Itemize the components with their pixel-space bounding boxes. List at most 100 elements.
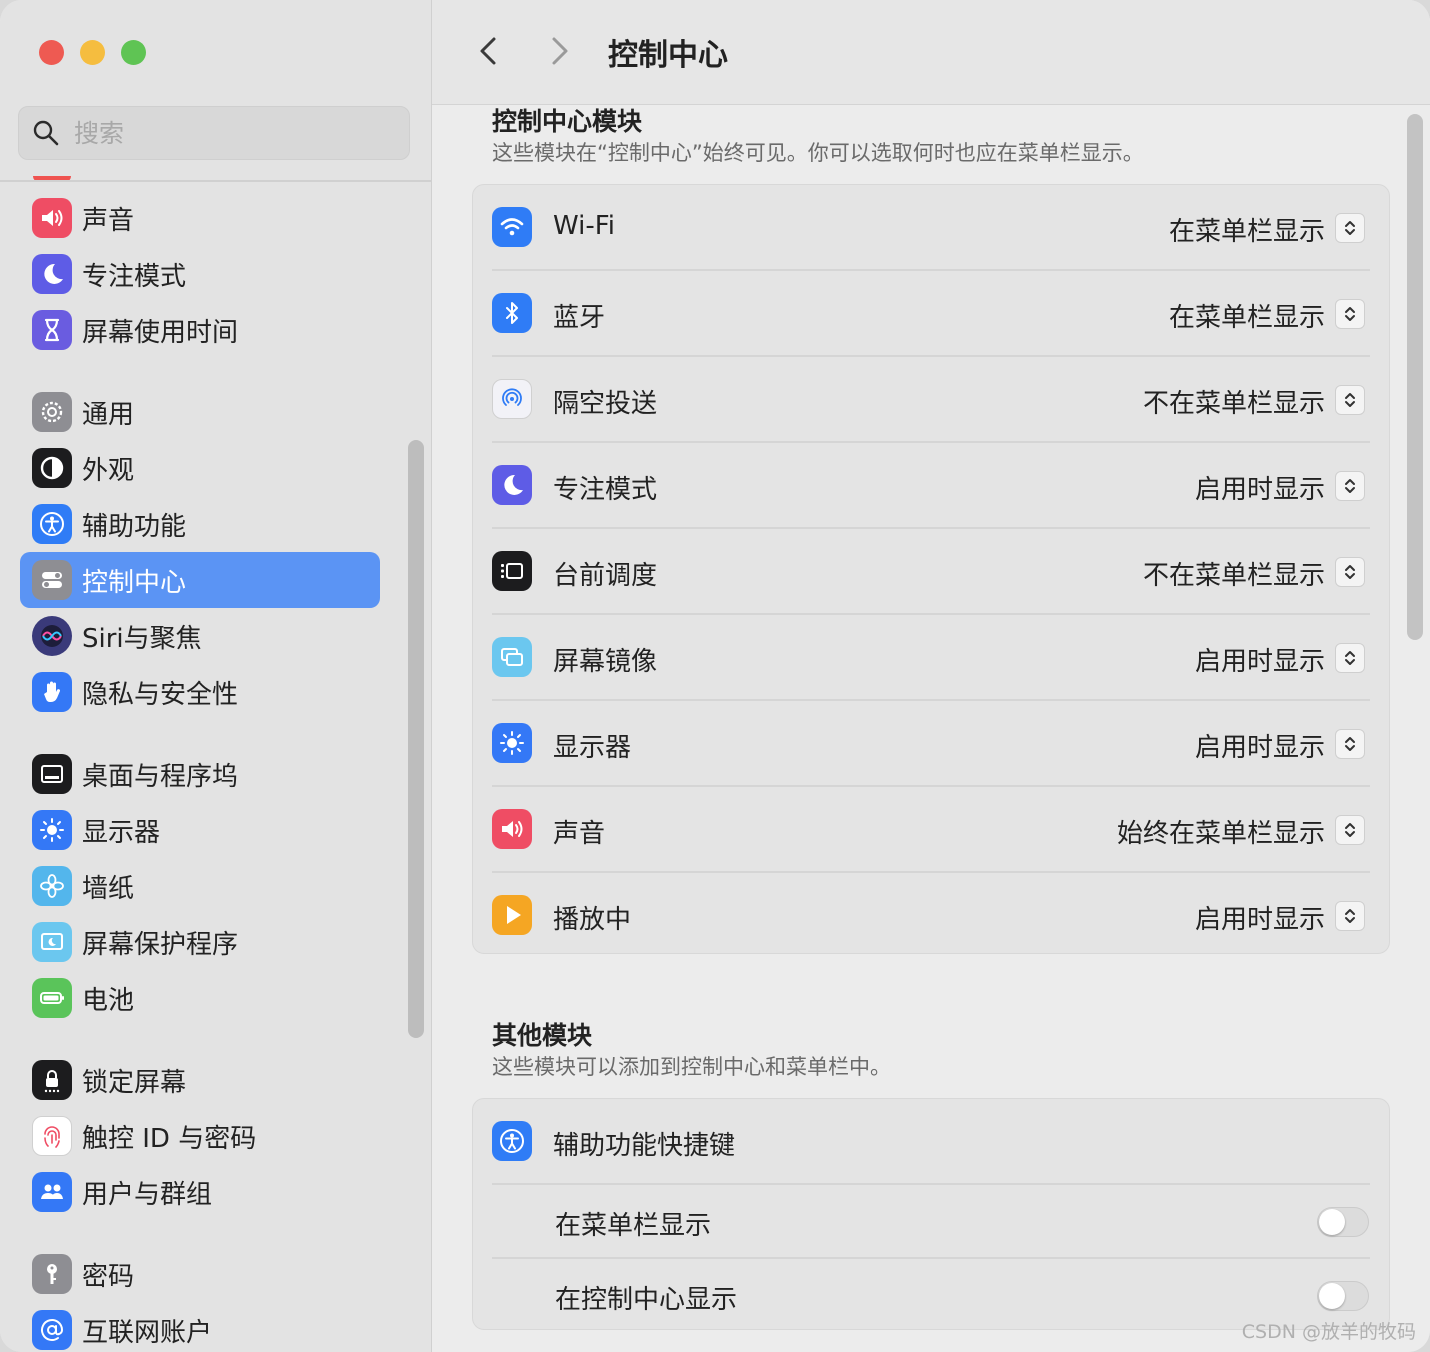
sidebar-item-privacy[interactable]: 隐私与安全性 — [20, 664, 380, 720]
module-visibility-value[interactable]: 在菜单栏显示 — [1169, 297, 1325, 334]
sidebar-item-label: 桌面与程序坞 — [82, 761, 239, 792]
module-visibility-value[interactable]: 启用时显示 — [1195, 727, 1325, 764]
dock-icon — [32, 754, 72, 794]
popup-stepper[interactable] — [1335, 729, 1365, 759]
sidebar-scrollbar[interactable] — [408, 440, 424, 1038]
chevron-updown-icon — [1345, 651, 1355, 665]
popup-stepper[interactable] — [1335, 643, 1365, 673]
traffic-lights — [39, 40, 146, 65]
popup-stepper[interactable] — [1335, 815, 1365, 845]
module-row-accessibility-shortcuts: 辅助功能快捷键 — [473, 1099, 1389, 1185]
sidebar-item-label: 控制中心 — [82, 567, 187, 598]
toggle-knob — [1319, 1283, 1345, 1309]
close-button[interactable] — [39, 40, 64, 65]
sidebar-item-lock-screen[interactable]: 锁定屏幕 — [20, 1052, 380, 1108]
sidebar-item-screen-time[interactable]: 屏幕使用时间 — [20, 302, 380, 358]
sidebar-item-label: 电池 — [82, 985, 135, 1016]
sidebar-item-users-groups[interactable]: 用户与群组 — [20, 1164, 380, 1220]
toggle-knob — [1319, 1209, 1345, 1235]
sidebar-item-control-center[interactable]: 控制中心 — [20, 552, 380, 608]
screen-mirror-icon — [492, 637, 532, 677]
page-title: 控制中心 — [608, 38, 728, 73]
sidebar-item-desktop-dock[interactable]: 桌面与程序坞 — [20, 746, 380, 802]
popup-stepper[interactable] — [1335, 471, 1365, 501]
sidebar-item-screensaver[interactable]: 屏幕保护程序 — [20, 914, 380, 970]
flower-icon — [32, 866, 72, 906]
sidebar-item-label: 专注模式 — [82, 261, 187, 292]
show-in-control-center-toggle[interactable] — [1317, 1281, 1369, 1311]
sidebar-item-displays[interactable]: 显示器 — [20, 802, 380, 858]
users-icon — [32, 1172, 72, 1212]
zoom-button[interactable] — [121, 40, 146, 65]
sidebar-item-accessibility[interactable]: 辅助功能 — [20, 496, 380, 552]
sidebar-item-general[interactable]: 通用 — [20, 384, 380, 440]
sidebar-item-appearance[interactable]: 外观 — [20, 440, 380, 496]
module-row-stage-manager: 台前调度 不在菜单栏显示 — [473, 529, 1389, 615]
search-field[interactable] — [18, 106, 410, 160]
sidebar-divider — [0, 180, 431, 182]
chevron-updown-icon — [1345, 307, 1355, 321]
chevron-updown-icon — [1345, 479, 1355, 493]
sidebar-item-focus[interactable]: 专注模式 — [20, 246, 380, 302]
popup-stepper[interactable] — [1335, 299, 1365, 329]
moon-icon — [32, 254, 72, 294]
show-in-menu-bar-toggle[interactable] — [1317, 1207, 1369, 1237]
sidebar-item-label: 隐私与安全性 — [82, 679, 239, 710]
module-visibility-value[interactable]: 启用时显示 — [1195, 641, 1325, 678]
sidebar-item-battery[interactable]: 电池 — [20, 970, 380, 1026]
sidebar-item-label: 墙纸 — [82, 873, 135, 904]
chevron-updown-icon — [1345, 823, 1355, 837]
sidebar-item-sound[interactable]: 声音 — [20, 190, 380, 246]
accessibility-icon — [492, 1121, 532, 1161]
chevron-updown-icon — [1345, 909, 1355, 923]
popup-stepper[interactable] — [1335, 557, 1365, 587]
module-visibility-value[interactable]: 不在菜单栏显示 — [1143, 555, 1325, 592]
section-title: 其他模块 — [492, 1021, 593, 1050]
module-name: 专注模式 — [553, 475, 658, 505]
module-visibility-value[interactable]: 始终在菜单栏显示 — [1117, 813, 1325, 850]
section-description: 这些模块可以添加到控制中心和菜单栏中。 — [492, 1055, 891, 1079]
minimize-button[interactable] — [80, 40, 105, 65]
sidebar-item-label: 用户与群组 — [82, 1179, 213, 1210]
popup-stepper[interactable] — [1335, 385, 1365, 415]
speaker-icon — [492, 809, 532, 849]
main-pane: 控制中心 控制中心模块 这些模块在“控制中心”始终可见。你可以选取何时也应在菜单… — [432, 0, 1430, 1352]
sidebar-item-internet-accounts[interactable]: 互联网账户 — [20, 1302, 380, 1352]
key-icon — [32, 1254, 72, 1294]
sidebar-item-label: 屏幕使用时间 — [82, 317, 239, 348]
module-name: 声音 — [553, 819, 606, 849]
popup-stepper[interactable] — [1335, 901, 1365, 931]
module-row-airdrop: 隔空投送 不在菜单栏显示 — [473, 357, 1389, 443]
section-description: 这些模块在“控制中心”始终可见。你可以选取何时也应在菜单栏显示。 — [492, 141, 1144, 165]
module-name: 隔空投送 — [553, 389, 658, 419]
sidebar-item-wallpaper[interactable]: 墙纸 — [20, 858, 380, 914]
option-label: 在控制中心显示 — [555, 1285, 738, 1315]
module-visibility-value[interactable]: 不在菜单栏显示 — [1143, 383, 1325, 420]
gear-icon — [32, 392, 72, 432]
chevron-updown-icon — [1345, 565, 1355, 579]
module-visibility-value[interactable]: 启用时显示 — [1195, 469, 1325, 506]
module-row-screen-mirroring: 屏幕镜像 启用时显示 — [473, 615, 1389, 701]
modules-card: Wi-Fi 在菜单栏显示 蓝牙 在菜单栏显示 隔空投送 不在菜单栏显示 专注模式… — [472, 184, 1390, 954]
content-scrollbar[interactable] — [1407, 114, 1423, 640]
siri-icon — [32, 616, 72, 656]
toggles-icon — [32, 560, 72, 600]
option-label: 在菜单栏显示 — [555, 1211, 712, 1241]
appearance-icon — [32, 448, 72, 488]
airdrop-icon — [492, 379, 532, 419]
back-button[interactable] — [472, 33, 508, 69]
sidebar-item-label: 互联网账户 — [82, 1317, 213, 1348]
section-title: 控制中心模块 — [492, 107, 643, 136]
sidebar-item-passwords[interactable]: 密码 — [20, 1246, 380, 1302]
module-visibility-value[interactable]: 在菜单栏显示 — [1169, 211, 1325, 248]
sidebar-item-touch-id[interactable]: 触控 ID 与密码 — [20, 1108, 380, 1164]
popup-stepper[interactable] — [1335, 213, 1365, 243]
forward-button[interactable] — [542, 33, 578, 69]
module-row-focus: 专注模式 启用时显示 — [473, 443, 1389, 529]
settings-window: 声音 专注模式 屏幕使用时间 通用 外观 — [0, 0, 1430, 1352]
search-input[interactable] — [72, 117, 376, 149]
sidebar-item-siri[interactable]: Siri与聚焦 — [20, 608, 380, 664]
module-visibility-value[interactable]: 启用时显示 — [1195, 899, 1325, 936]
sun-icon — [32, 810, 72, 850]
chevron-updown-icon — [1345, 221, 1355, 235]
